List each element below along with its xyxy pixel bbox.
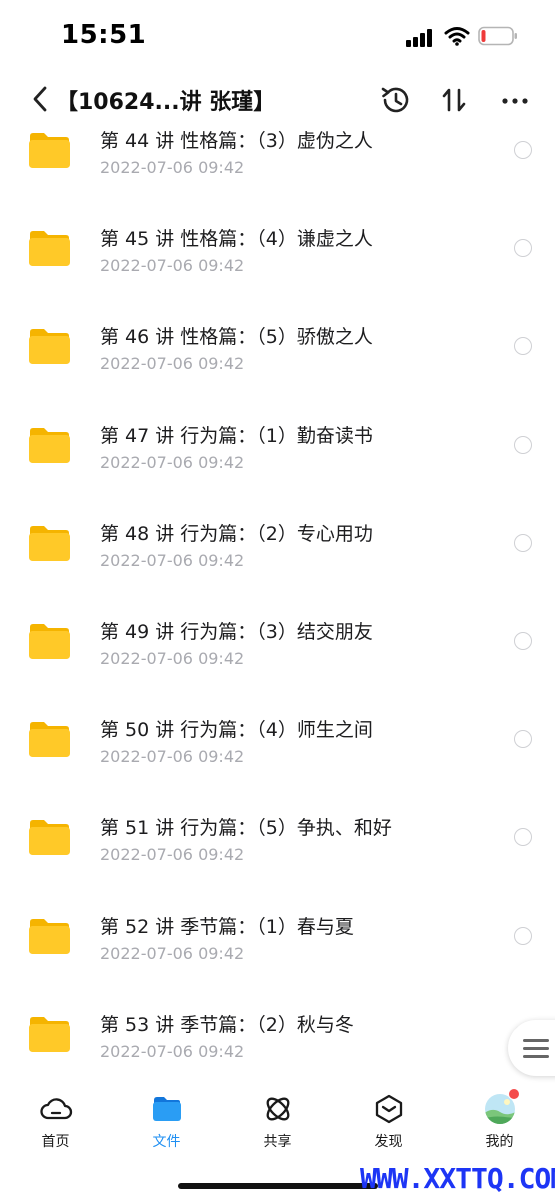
file-date: 2022-07-06 09:42 [100,845,245,865]
file-date: 2022-07-06 09:42 [100,1041,245,1061]
folder-icon [29,1016,70,1052]
file-row[interactable]: 第 47 讲 行为篇：（1）勤奋读书 2022-07-06 09:42 [0,413,555,511]
file-name: 第 49 讲 行为篇：（3）结交朋友 [100,620,373,643]
tab-me[interactable]: 我的 [444,1088,555,1151]
tab-label: 文件 [152,1134,181,1150]
folder-icon [29,820,70,856]
folder-icon [29,427,70,463]
file-row[interactable]: 第 49 讲 行为篇：（3）结交朋友 2022-07-06 09:42 [0,609,555,707]
tab-discover[interactable]: 发现 [333,1092,444,1151]
select-radio[interactable] [514,631,532,650]
file-date: 2022-07-06 09:42 [100,256,245,276]
select-radio[interactable] [514,828,532,847]
select-radio[interactable] [514,435,532,454]
folder-icon [29,133,70,168]
watermark-text: WWW.XXTTQ.COM [360,1162,555,1195]
folder-icon [29,231,70,267]
file-browser-screen: 15:51 【10624...讲 张瑾】 第 44 讲 性格篇：（3）虚伪之人 … [0,0,555,1200]
home-indicator[interactable] [178,1183,378,1189]
status-bar: 15:51 [0,0,555,72]
file-date: 2022-07-06 09:42 [100,452,245,472]
folder-icon [152,1097,181,1121]
file-name: 第 50 讲 行为篇：（4）师生之间 [100,719,373,742]
folder-icon [29,918,70,954]
file-row[interactable]: 第 48 讲 行为篇：（2）专心用功 2022-07-06 09:42 [0,511,555,609]
cellular-signal-icon [406,29,434,47]
select-radio[interactable] [514,730,532,749]
low-battery-icon [478,26,517,46]
file-name: 第 45 讲 性格篇：（4）谦虚之人 [100,228,373,251]
tab-label: 首页 [41,1134,70,1150]
atom-share-icon [266,1097,289,1121]
notification-badge [508,1088,520,1100]
history-icon[interactable] [378,82,414,118]
menu-line [523,1055,549,1058]
select-radio[interactable] [514,533,532,552]
file-date: 2022-07-06 09:42 [100,354,245,374]
file-date: 2022-07-06 09:42 [100,747,245,767]
tab-home[interactable]: 首页 [0,1092,111,1151]
navigation-header: 【10624...讲 张瑾】 [0,72,555,128]
tab-share[interactable]: 共享 [222,1092,333,1151]
file-list: 第 44 讲 性格篇：（3）虚伪之人 2022-07-06 09:42 第 45… [0,118,555,1080]
file-date: 2022-07-06 09:42 [100,648,245,668]
tab-files[interactable]: 文件 [111,1092,222,1151]
select-radio[interactable] [514,337,532,356]
tab-label: 我的 [485,1134,514,1150]
file-name: 第 44 讲 性格篇：（3）虚伪之人 [100,130,373,152]
file-row[interactable]: 第 44 讲 性格篇：（3）虚伪之人 2022-07-06 09:42 [0,118,555,216]
folder-icon [29,329,70,365]
back-chevron-icon[interactable] [26,82,56,116]
discover-box-icon [375,1094,402,1124]
select-radio[interactable] [514,141,532,159]
file-date: 2022-07-06 09:42 [100,158,245,177]
file-row[interactable]: 第 52 讲 季节篇：（1）春与夏 2022-07-06 09:42 [0,904,555,1002]
folder-icon [29,623,70,659]
more-icon[interactable] [497,82,533,118]
file-name: 第 46 讲 性格篇：（5）骄傲之人 [100,326,373,349]
menu-line [523,1047,549,1050]
file-row[interactable]: 第 51 讲 行为篇：（5）争执、和好 2022-07-06 09:42 [0,805,555,903]
file-row[interactable]: 第 53 讲 季节篇：（2）秋与冬 2022-07-06 09:42 [0,1002,555,1080]
file-row[interactable]: 第 45 讲 性格篇：（4）谦虚之人 2022-07-06 09:42 [0,216,555,314]
wifi-icon [444,27,470,46]
file-date: 2022-07-06 09:42 [100,943,245,963]
menu-line [523,1039,549,1042]
file-name: 第 52 讲 季节篇：（1）春与夏 [100,915,354,938]
file-row[interactable]: 第 50 讲 行为篇：（4）师生之间 2022-07-06 09:42 [0,707,555,805]
folder-icon [29,525,70,561]
select-radio[interactable] [514,926,532,945]
file-name: 第 48 讲 行为篇：（2）专心用功 [100,522,373,545]
status-time: 15:51 [61,20,147,50]
file-row[interactable]: 第 46 讲 性格篇：（5）骄傲之人 2022-07-06 09:42 [0,314,555,412]
sort-icon[interactable] [437,82,473,118]
tab-label: 发现 [374,1134,403,1150]
file-name: 第 53 讲 季节篇：（2）秋与冬 [100,1013,354,1036]
file-date: 2022-07-06 09:42 [100,550,245,570]
page-title: 【10624...讲 张瑾】 [56,90,276,115]
cloud-icon [39,1098,72,1120]
file-name: 第 47 讲 行为篇：（1）勤奋读书 [100,424,373,447]
tab-label: 共享 [263,1134,292,1150]
select-radio[interactable] [514,239,532,258]
floating-menu-button[interactable] [508,1020,555,1076]
folder-icon [29,722,70,758]
file-name: 第 51 讲 行为篇：（5）争执、和好 [100,817,392,840]
